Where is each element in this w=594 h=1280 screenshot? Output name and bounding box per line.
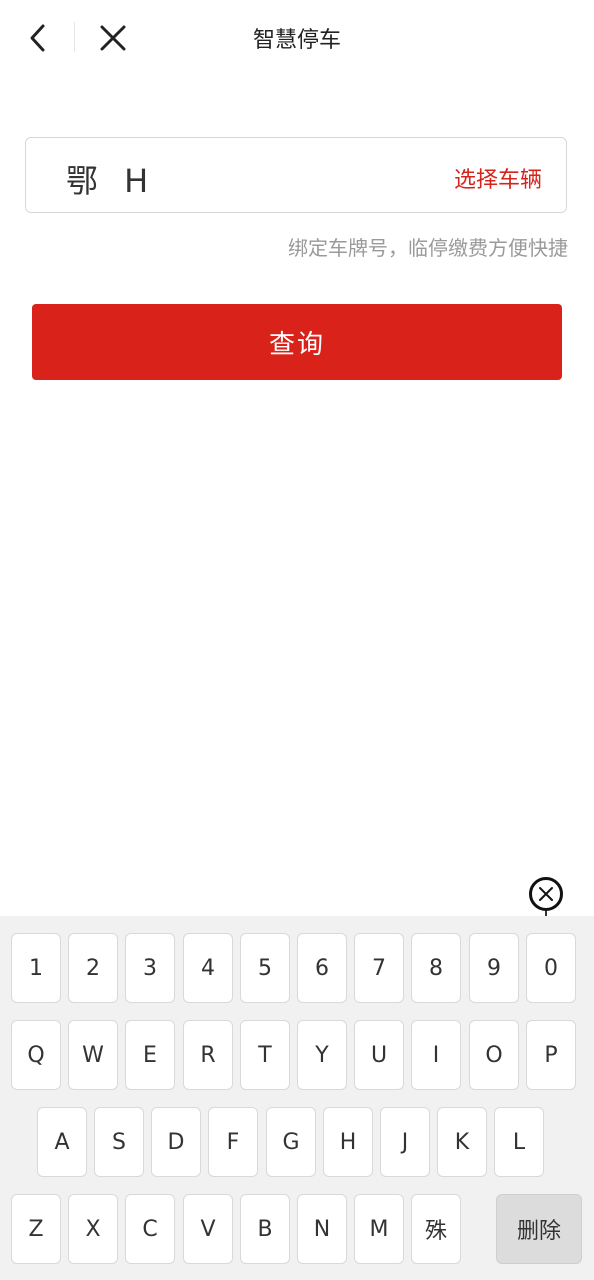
- key-v[interactable]: V: [183, 1194, 233, 1264]
- key-s[interactable]: S: [94, 1107, 144, 1177]
- key-j[interactable]: J: [380, 1107, 430, 1177]
- key-3[interactable]: 3: [125, 933, 175, 1003]
- key-special[interactable]: 殊: [411, 1194, 461, 1264]
- key-z[interactable]: Z: [11, 1194, 61, 1264]
- query-button[interactable]: 查询: [32, 304, 562, 380]
- key-g[interactable]: G: [266, 1107, 316, 1177]
- plate-keyboard: 1 2 3 4 5 6 7 8 9 0 Q W E R T Y U I O P …: [0, 916, 594, 1280]
- key-l[interactable]: L: [494, 1107, 544, 1177]
- key-4[interactable]: 4: [183, 933, 233, 1003]
- select-vehicle-link[interactable]: 选择车辆: [454, 162, 542, 194]
- key-r[interactable]: R: [183, 1020, 233, 1090]
- plate-number-field[interactable]: 鄂 H 选择车辆: [25, 137, 567, 213]
- key-k[interactable]: K: [437, 1107, 487, 1177]
- key-6[interactable]: 6: [297, 933, 347, 1003]
- key-d[interactable]: D: [151, 1107, 201, 1177]
- key-8[interactable]: 8: [411, 933, 461, 1003]
- delete-key[interactable]: 删除: [496, 1194, 582, 1264]
- key-q[interactable]: Q: [11, 1020, 61, 1090]
- bind-plate-hint: 绑定车牌号，临停缴费方便快捷: [288, 236, 568, 260]
- close-circle-icon: [539, 887, 553, 901]
- key-t[interactable]: T: [240, 1020, 290, 1090]
- key-7[interactable]: 7: [354, 933, 404, 1003]
- key-p[interactable]: P: [526, 1020, 576, 1090]
- plate-number-value: 鄂 H: [66, 162, 157, 200]
- key-f[interactable]: F: [208, 1107, 258, 1177]
- key-e[interactable]: E: [125, 1020, 175, 1090]
- key-x[interactable]: X: [68, 1194, 118, 1264]
- key-m[interactable]: M: [354, 1194, 404, 1264]
- key-0[interactable]: 0: [526, 933, 576, 1003]
- key-2[interactable]: 2: [68, 933, 118, 1003]
- key-9[interactable]: 9: [469, 933, 519, 1003]
- key-h[interactable]: H: [323, 1107, 373, 1177]
- key-n[interactable]: N: [297, 1194, 347, 1264]
- keyboard-dismiss-button[interactable]: [529, 877, 563, 911]
- key-i[interactable]: I: [411, 1020, 461, 1090]
- key-u[interactable]: U: [354, 1020, 404, 1090]
- key-a[interactable]: A: [37, 1107, 87, 1177]
- key-o[interactable]: O: [469, 1020, 519, 1090]
- key-y[interactable]: Y: [297, 1020, 347, 1090]
- smart-parking-page: 智慧停车 鄂 H 选择车辆 绑定车牌号，临停缴费方便快捷 查询 1 2 3 4 …: [0, 0, 594, 1280]
- key-w[interactable]: W: [68, 1020, 118, 1090]
- key-5[interactable]: 5: [240, 933, 290, 1003]
- page-title: 智慧停车: [252, 28, 341, 53]
- top-nav-bar: 智慧停车: [0, 0, 594, 76]
- key-c[interactable]: C: [125, 1194, 175, 1264]
- key-b[interactable]: B: [240, 1194, 290, 1264]
- key-1[interactable]: 1: [11, 933, 61, 1003]
